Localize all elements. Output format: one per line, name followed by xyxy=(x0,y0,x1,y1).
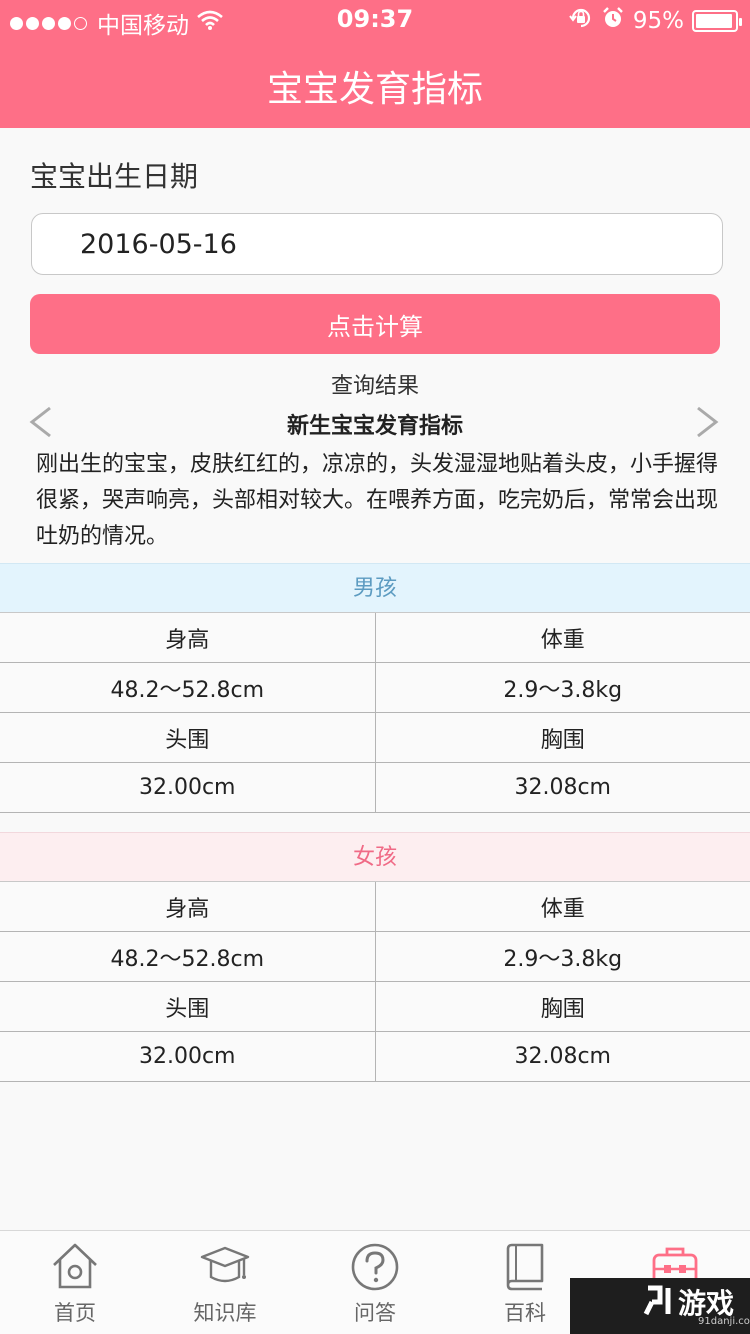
birth-date-input[interactable] xyxy=(31,213,723,275)
tab-qa[interactable]: 问答 xyxy=(300,1231,450,1334)
rotation-lock-icon xyxy=(569,6,593,36)
chevron-right-icon xyxy=(697,406,719,438)
tab-label: 知识库 xyxy=(193,1301,257,1325)
watermark-site: 91danji.com xyxy=(698,1316,750,1327)
next-stage-button[interactable] xyxy=(692,404,722,440)
graduation-cap-icon xyxy=(200,1241,250,1293)
table-cell: 32.08cm xyxy=(514,1044,611,1069)
table-cell: 身高 xyxy=(0,613,376,662)
tab-label: 问答 xyxy=(354,1301,396,1325)
girl-table: 身高 体重 48.2～52.8cm 2.9～3.8kg 头围 胸围 32.00c… xyxy=(0,882,750,1082)
table-cell: 32.00cm xyxy=(0,763,376,812)
app-header: 中国移动 09:37 95% 宝宝发育指标 xyxy=(0,0,750,128)
birth-date-label: 宝宝出生日期 xyxy=(30,160,199,193)
battery-percent: 95% xyxy=(632,8,684,34)
table-cell: 体重 xyxy=(540,896,585,922)
brand-logo-icon xyxy=(643,1285,671,1316)
table-row: 头围 胸围 xyxy=(0,982,750,1032)
book-icon xyxy=(500,1241,550,1293)
boy-table: 身高 体重 48.2～52.8cm 2.9～3.8kg 头围 胸围 32.00c… xyxy=(0,613,750,813)
status-bar: 中国移动 09:37 95% xyxy=(0,0,750,40)
table-row: 头围 胸围 xyxy=(0,713,750,763)
tab-home[interactable]: 首页 xyxy=(0,1231,150,1334)
app-screen: 中国移动 09:37 95% 宝宝发育指标 宝宝出生日期 2016-05-16 … xyxy=(0,0,750,1334)
table-cell: 头围 xyxy=(0,713,376,762)
status-right: 95% xyxy=(569,6,742,36)
table-row: 48.2～52.8cm 2.9～3.8kg xyxy=(0,932,750,982)
table-cell: 2.9～3.8kg xyxy=(503,677,623,703)
table-row: 身高 体重 xyxy=(0,882,750,932)
battery-icon xyxy=(692,10,742,32)
result-title: 查询结果 xyxy=(330,374,419,399)
home-icon xyxy=(50,1241,100,1293)
table-row: 身高 体重 xyxy=(0,613,750,663)
tab-label: 首页 xyxy=(54,1301,96,1325)
stage-description: 刚出生的宝宝，皮肤红红的，凉凉的，头发湿湿地贴着头皮，小手握得很紧，哭声响亮，头… xyxy=(36,452,719,549)
calculate-button[interactable]: 点击计算 xyxy=(30,294,720,354)
table-cell: 胸围 xyxy=(540,727,585,753)
table-cell: 身高 xyxy=(0,882,376,931)
table-cell: 48.2～52.8cm xyxy=(0,663,376,712)
table-row: 48.2～52.8cm 2.9～3.8kg xyxy=(0,663,750,713)
tab-knowledge[interactable]: 知识库 xyxy=(150,1231,300,1334)
girl-header: 女孩 xyxy=(0,832,750,882)
boy-header: 男孩 xyxy=(0,563,750,613)
table-cell: 头围 xyxy=(0,982,376,1031)
question-icon xyxy=(350,1241,400,1293)
table-cell: 胸围 xyxy=(540,996,585,1022)
page-title: 宝宝发育指标 xyxy=(266,69,483,110)
table-cell: 32.00cm xyxy=(0,1032,376,1081)
table-cell: 2.9～3.8kg xyxy=(503,946,623,972)
table-row: 32.00cm 32.08cm xyxy=(0,763,750,813)
watermark: 游戏 91danji.com xyxy=(570,1278,750,1334)
table-cell: 32.08cm xyxy=(514,775,611,800)
stage-title: 新生宝宝发育指标 xyxy=(286,414,463,439)
table-row: 32.00cm 32.08cm xyxy=(0,1032,750,1082)
alarm-icon xyxy=(601,6,625,36)
table-cell: 体重 xyxy=(540,627,585,653)
table-cell: 48.2～52.8cm xyxy=(0,932,376,981)
